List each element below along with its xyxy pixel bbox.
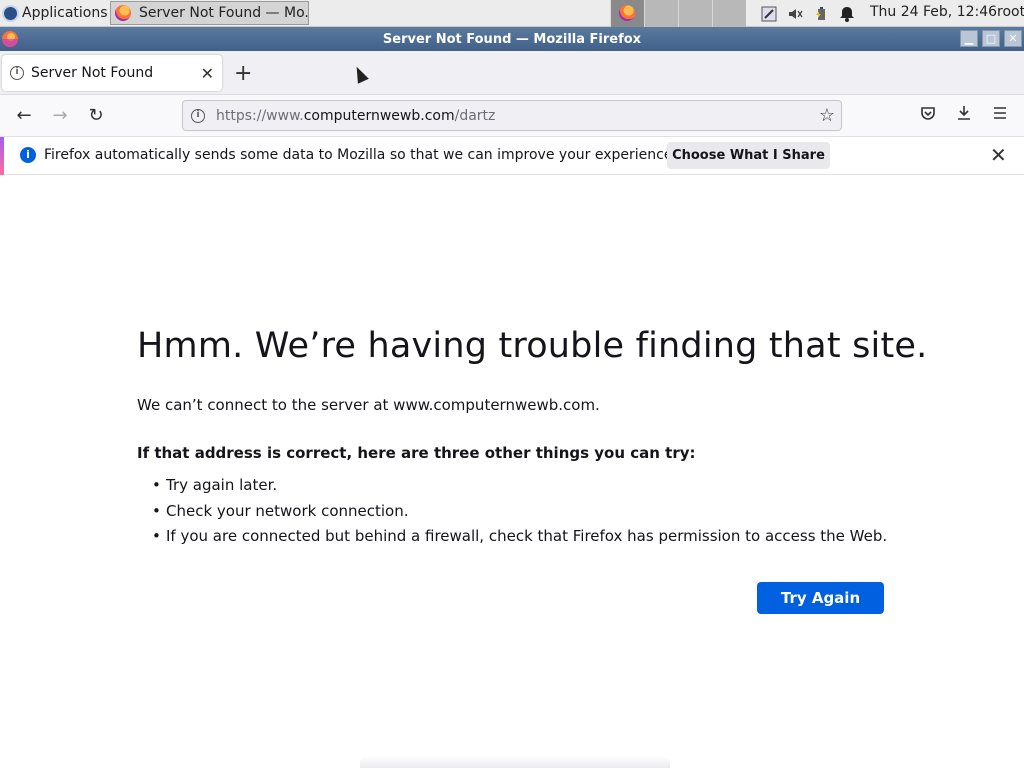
menu-hamburger-icon[interactable]	[988, 104, 1012, 128]
list-item: Check your network connection.	[152, 502, 887, 528]
url-path: /dartz	[454, 107, 496, 124]
window-controls: ▁ □ ✕	[960, 30, 1022, 47]
window-title: Server Not Found — Mozilla Firefox	[382, 31, 642, 47]
clock[interactable]: Thu 24 Feb, 12:46	[870, 4, 997, 20]
workspace-4[interactable]	[712, 0, 746, 27]
tab-title: Server Not Found	[31, 65, 154, 81]
tab-server-not-found[interactable]: i Server Not Found ✕	[2, 55, 222, 91]
desktop-panel: Applications Server Not Found — Mo... Th…	[0, 0, 1024, 27]
bottom-overlay	[360, 756, 670, 768]
workspace-1[interactable]	[610, 0, 644, 27]
network-icon[interactable]	[760, 5, 777, 22]
url-domain: computernwewb.com	[303, 107, 455, 124]
close-tab-icon[interactable]: ✕	[201, 64, 214, 83]
list-item: If you are connected but behind a firewa…	[152, 527, 887, 553]
volume-muted-icon[interactable]	[786, 5, 803, 22]
downloads-icon[interactable]	[952, 104, 976, 128]
maximize-button[interactable]: □	[982, 30, 1000, 47]
close-window-button[interactable]: ✕	[1004, 30, 1022, 47]
reload-button[interactable]: ↻	[84, 104, 108, 128]
suggestions-list: Try again later. Check your network conn…	[152, 476, 887, 553]
workspace-3[interactable]	[678, 0, 712, 27]
notification-message: Firefox automatically sends some data to…	[44, 147, 677, 163]
bookmark-star-icon[interactable]: ☆	[819, 105, 835, 126]
applications-label: Applications	[22, 5, 108, 21]
bell-icon[interactable]	[838, 5, 855, 22]
choose-what-i-share-button[interactable]: Choose What I Share	[667, 142, 830, 169]
pocket-icon[interactable]	[916, 104, 940, 128]
xfce-logo-icon	[2, 4, 19, 22]
error-description: We can’t connect to the server at www.co…	[137, 396, 600, 414]
window-titlebar[interactable]: Server Not Found — Mozilla Firefox ▁ □ ✕	[0, 27, 1024, 51]
applications-menu[interactable]: Applications	[0, 0, 114, 27]
notification-accent	[0, 137, 4, 175]
taskbar-firefox-window[interactable]: Server Not Found — Mo...	[110, 1, 309, 25]
try-again-button[interactable]: Try Again	[757, 582, 884, 614]
list-item: Try again later.	[152, 476, 887, 502]
system-tray	[760, 0, 855, 27]
firefox-icon	[115, 5, 131, 21]
tab-strip: i Server Not Found ✕ +	[0, 51, 1024, 95]
firefox-icon	[2, 31, 18, 47]
url-prefix: https://www.	[216, 107, 304, 124]
data-reporting-notification: i Firefox automatically sends some data …	[0, 137, 1024, 175]
forward-button[interactable]: →	[48, 104, 72, 128]
taskbar-window-title: Server Not Found — Mo...	[139, 5, 309, 21]
error-page: Hmm. We’re having trouble finding that s…	[0, 176, 1024, 768]
minimize-button[interactable]: ▁	[960, 30, 978, 47]
close-notification-icon[interactable]: ✕	[990, 143, 1007, 167]
error-title: Hmm. We’re having trouble finding that s…	[137, 326, 928, 366]
firefox-icon	[619, 5, 635, 21]
navigation-toolbar: ← → ↻ i https://www. computernwewb.com/da…	[0, 95, 1024, 137]
power-icon[interactable]	[812, 5, 829, 22]
workspace-2[interactable]	[644, 0, 678, 27]
user-name[interactable]: root	[997, 4, 1024, 20]
info-icon: i	[10, 66, 24, 80]
site-info-icon[interactable]: i	[191, 108, 205, 123]
back-button[interactable]: ←	[12, 104, 36, 128]
info-icon: i	[20, 147, 36, 163]
url-bar[interactable]: i https://www. computernwewb.com/dartz ☆	[182, 100, 842, 131]
suggestions-heading: If that address is correct, here are thr…	[137, 444, 696, 462]
new-tab-button[interactable]: +	[234, 61, 252, 86]
